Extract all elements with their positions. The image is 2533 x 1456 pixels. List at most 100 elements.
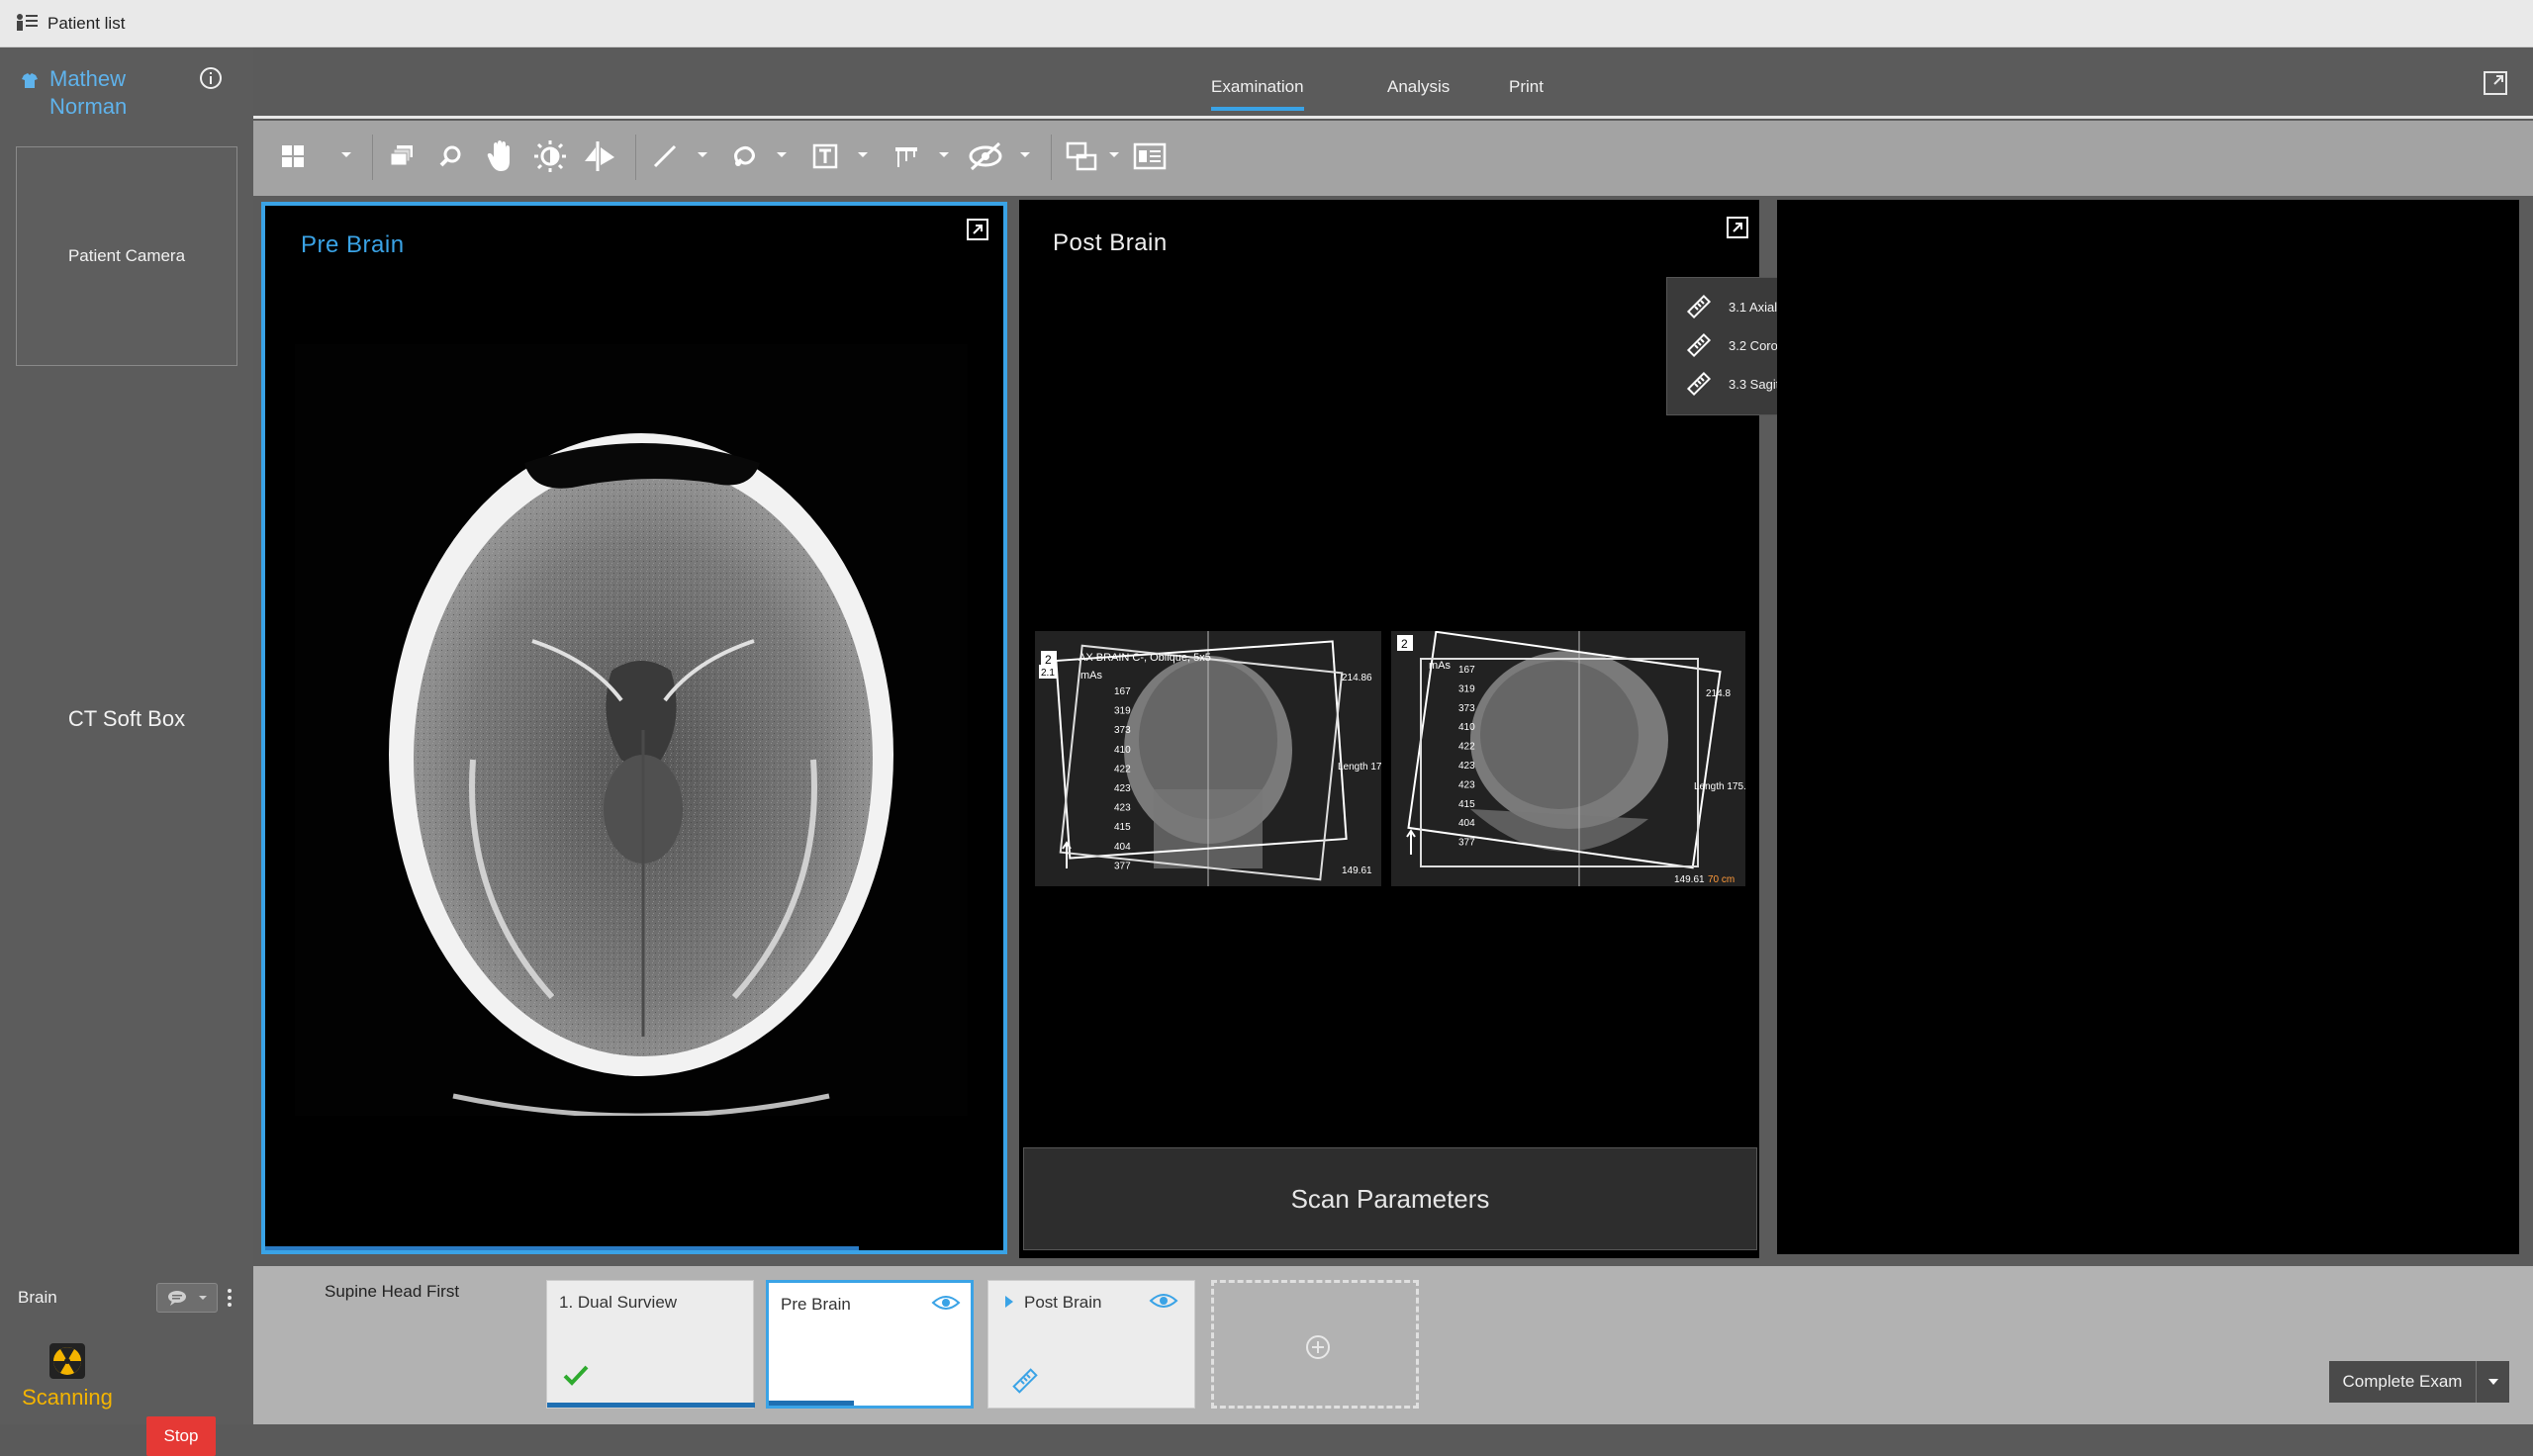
mas-value: 404 [1114,842,1131,853]
compare-dropdown-icon[interactable] [1106,146,1122,162]
window-level-button[interactable] [530,136,570,176]
stop-button[interactable]: Stop [146,1416,216,1456]
roi-dropdown-icon[interactable] [774,146,790,162]
ct-axial-image[interactable] [295,344,968,1116]
add-icon [1306,1335,1330,1359]
surview-coronal[interactable]: 2 AX BRAIN C-, Oblique, 5x5 2.1 mAs 167 3… [1035,631,1381,886]
surview-left-index: 2 [1045,653,1052,667]
chevron-down-icon [2487,1379,2498,1385]
text-tool-button[interactable] [805,136,845,176]
exam-card-dual-surview[interactable]: 1. Dual Surview [546,1280,755,1409]
surview-left-length: Length 175.00 [1338,762,1381,773]
roi-tool-button[interactable] [724,136,764,176]
viewport-pre-brain[interactable]: Pre Brain [261,202,1007,1254]
exam-card-post-brain[interactable]: Post Brain [987,1280,1195,1409]
complete-exam-label: Complete Exam [2342,1372,2463,1391]
mas-value: 167 [1458,665,1475,676]
surview-right-length: Length 175.00 [1694,781,1745,792]
layout-button[interactable] [273,136,313,176]
mas-value: 377 [1458,838,1475,849]
more-options-icon[interactable] [224,1286,235,1310]
window-level-icon [534,140,566,172]
ruler-icon [1686,332,1712,358]
ruler-icon [1686,294,1712,319]
mas-label: mAs [1080,670,1103,682]
measure-tool-button[interactable] [887,136,926,176]
complete-exam-dropdown[interactable] [2476,1361,2509,1403]
maximize-icon[interactable] [966,218,989,241]
layout-dropdown-icon[interactable] [338,146,354,162]
surview-right-index: 2 [1401,637,1408,651]
zoom-button[interactable] [431,136,471,176]
stack-button[interactable] [382,136,422,176]
eye-icon[interactable] [1149,1291,1178,1311]
scan-parameters-label: Scan Parameters [1290,1183,1490,1214]
tab-bar: Examination Analysis Print [253,47,2533,119]
ruler-icon [1012,1368,1038,1394]
mas-value: 422 [1458,742,1475,753]
measure-dropdown-icon[interactable] [936,146,952,162]
overlay-dropdown-icon[interactable] [1017,146,1033,162]
tab-examination[interactable]: Examination [1211,77,1304,111]
surview-left-sub: 2.1 [1041,668,1055,679]
mas-value: 404 [1458,818,1475,829]
patient-position-label: Supine Head First [325,1282,460,1301]
surview-left-header: AX BRAIN C-, Oblique, 5x5 [1079,652,1211,664]
flip-button[interactable] [580,136,619,176]
patient-list-link[interactable]: Patient list [47,14,125,34]
measure-icon [895,147,917,167]
exam-timeline: Supine Head First 1. Dual Surview Pre Br… [253,1266,2533,1424]
tab-print[interactable]: Print [1509,77,1544,97]
patient-shirt-icon [22,73,38,88]
chevron-down-icon [198,1296,207,1300]
mas-value: 423 [1458,779,1475,790]
line-tool-button[interactable] [645,136,685,176]
viewport-scroll-indicator[interactable] [265,1246,859,1250]
scanning-label: Scanning [22,1385,113,1410]
mas-value: 415 [1458,799,1475,810]
mas-value: 422 [1114,764,1131,774]
mas-label: mAs [1429,660,1452,672]
comment-button[interactable] [156,1283,218,1313]
toolbar-divider [635,135,636,180]
toolbar-divider [372,135,373,180]
play-icon [1005,1296,1013,1308]
mas-value: 167 [1114,686,1131,697]
exam-card-pre-brain[interactable]: Pre Brain [766,1280,974,1409]
complete-exam-button[interactable]: Complete Exam [2329,1361,2509,1403]
compare-button[interactable] [1063,136,1102,176]
patient-name[interactable]: Mathew Norman [20,65,127,121]
add-exam-card[interactable] [1211,1280,1419,1409]
mas-value: 415 [1114,822,1131,833]
info-icon[interactable] [198,65,224,91]
toolbar-divider [1051,135,1052,180]
ruler-line-icon [653,144,677,168]
maximize-icon[interactable] [1726,216,1749,239]
zoom-icon [439,145,461,167]
viewport-empty[interactable] [1777,200,2519,1254]
surview-right-top-value: 214.8 [1706,688,1731,699]
mas-value: 377 [1114,861,1131,871]
line-dropdown-icon[interactable] [695,146,710,162]
surview-right-cm: 70 cm [1708,874,1735,885]
pan-button[interactable] [481,136,520,176]
patient-list-icon[interactable] [14,11,40,37]
left-panel: Mathew Norman Patient Camera CT Soft Box… [0,47,253,1456]
mas-value: 373 [1114,725,1131,736]
ct-soft-box-label: CT Soft Box [67,706,186,731]
ruler-icon [1686,371,1712,397]
surview-sagittal[interactable]: 2 mAs 167 319 373 410 422 423 423 415 404 377 214… [1391,631,1745,886]
toolbar [253,121,2533,196]
scan-parameters-panel[interactable]: Scan Parameters [1023,1147,1757,1250]
info-panel-button[interactable] [1130,136,1170,176]
surview-right-bottom-value: 149.61 [1674,874,1705,885]
exam-card-label: Post Brain [1024,1293,1102,1312]
mas-value: 410 [1458,722,1475,733]
hide-overlay-button[interactable] [966,136,1005,176]
eye-icon[interactable] [931,1293,961,1313]
expand-window-icon[interactable] [2482,69,2509,97]
tab-analysis[interactable]: Analysis [1387,77,1450,97]
top-bar: Patient list [0,0,2533,47]
comment-icon [167,1291,186,1306]
text-dropdown-icon[interactable] [855,146,871,162]
